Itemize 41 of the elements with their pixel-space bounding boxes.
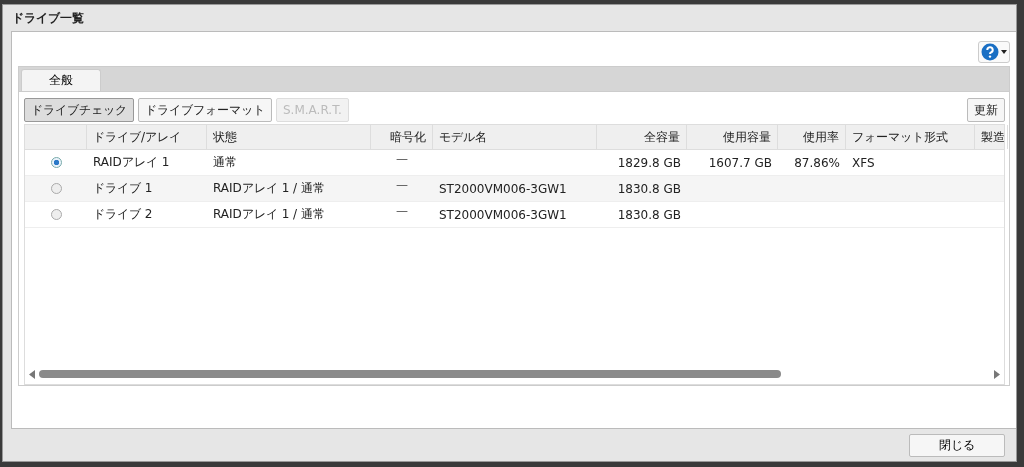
toolbar-button[interactable]: ドライブチェック (24, 98, 134, 122)
table-cell: RAIDアレイ 1 / 通常 (213, 180, 325, 197)
table-cell: — (396, 204, 408, 218)
table-cell: 通常 (213, 154, 237, 171)
window-title: ドライブ一覧 (12, 9, 84, 27)
column-header[interactable]: 状態 (213, 128, 237, 146)
tab[interactable]: 全般 (21, 69, 101, 91)
table-cell: RAIDアレイ 1 (93, 154, 170, 171)
table-cell: ドライブ 1 (93, 180, 153, 197)
table-cell: 1829.8 GB (617, 155, 681, 170)
help-icon (981, 43, 999, 61)
table-cell: — (396, 152, 408, 166)
scroll-thumb[interactable] (39, 370, 781, 378)
toolbar-button[interactable]: ドライブフォーマット (138, 98, 272, 122)
table-cell: ST2000VM006-3GW1 (439, 181, 567, 196)
column-header[interactable]: 使用率 (803, 128, 839, 146)
close-button[interactable]: 閉じる (909, 434, 1005, 457)
table-cell: 1830.8 GB (617, 181, 681, 196)
column-header[interactable]: 全容量 (644, 128, 680, 146)
scroll-left-icon[interactable] (29, 369, 35, 379)
radio-button[interactable] (50, 157, 62, 168)
column-header[interactable]: 使用容量 (723, 128, 771, 146)
radio-button[interactable] (50, 183, 62, 194)
table-cell: ST2000VM006-3GW1 (439, 207, 567, 222)
table-cell: — (396, 178, 408, 192)
table-cell: RAIDアレイ 1 / 通常 (213, 206, 325, 223)
help-button[interactable] (978, 41, 1010, 63)
column-header[interactable]: 暗号化 (390, 128, 426, 146)
table-cell: ドライブ 2 (93, 206, 153, 223)
scroll-right-icon[interactable] (994, 369, 1000, 379)
caret-icon (1001, 50, 1007, 54)
table-cell: 1830.8 GB (617, 207, 681, 222)
table-cell: 1607.7 GB (708, 155, 772, 170)
column-header[interactable]: 製造 (981, 128, 1005, 146)
column-header[interactable]: ドライブ/アレイ (93, 128, 182, 146)
radio-button[interactable] (50, 209, 62, 220)
refresh-button[interactable]: 更新 (967, 98, 1005, 122)
column-header[interactable]: モデル名 (439, 128, 487, 146)
column-header[interactable]: フォーマット形式 (852, 128, 948, 146)
table-cell: 87.86% (794, 155, 840, 170)
table-cell: XFS (852, 155, 875, 170)
